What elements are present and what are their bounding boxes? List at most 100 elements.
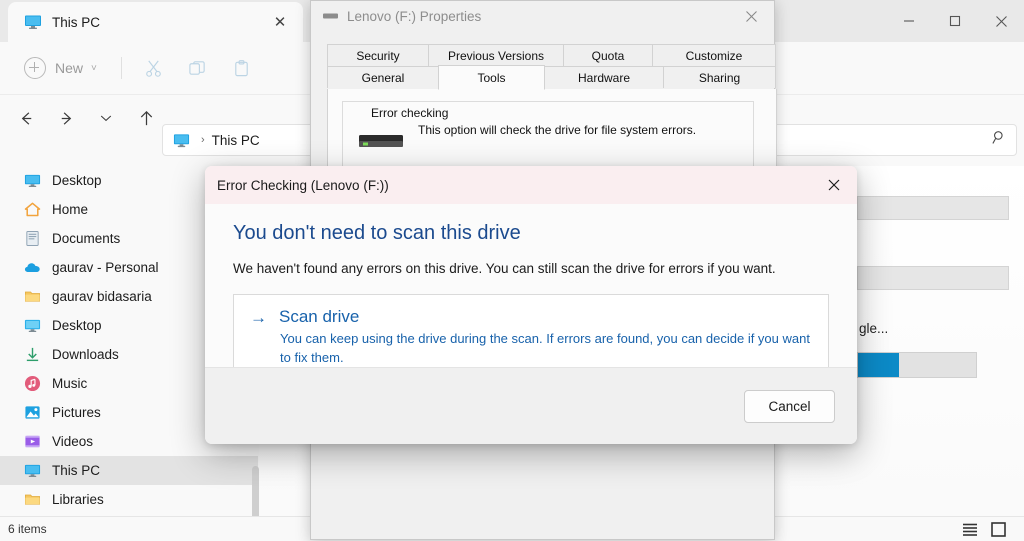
sidebar-item-label: Downloads: [52, 347, 119, 362]
explorer-tab-label: This PC: [52, 14, 101, 30]
tab-customize[interactable]: Customize: [652, 44, 776, 66]
properties-title-bar: Lenovo (F:) Properties: [311, 1, 774, 31]
breadcrumb-text[interactable]: This PC: [212, 133, 260, 148]
scissors-icon: [146, 60, 162, 77]
error-checking-body: You don't need to scan this drive We hav…: [205, 204, 857, 382]
hard-drive-icon: [359, 135, 403, 147]
error-checking-title-text: Error Checking (Lenovo (F:)): [217, 177, 389, 193]
details-view-button[interactable]: [956, 519, 984, 539]
item-count-label: 6 items: [8, 522, 47, 536]
explorer-tab-this-pc[interactable]: This PC ✕: [8, 2, 303, 42]
sidebar-item-this-pc[interactable]: This PC: [0, 456, 258, 485]
error-checking-footer: Cancel: [205, 367, 857, 444]
sidebar-item-label: Videos: [52, 434, 94, 449]
search-button[interactable]: [991, 129, 1008, 151]
monitor-icon: [24, 174, 41, 188]
error-checking-description: This option will check the drive for fil…: [418, 123, 697, 137]
large-icons-view-icon: [990, 521, 1006, 537]
maximize-button[interactable]: [932, 0, 978, 42]
tab-hardware[interactable]: Hardware: [544, 66, 664, 88]
window-controls: [886, 0, 1024, 42]
error-checking-legend: Error checking: [367, 106, 453, 120]
this-pc-icon: [25, 15, 41, 29]
sidebar-item-label: gaurav bidasaria: [52, 289, 152, 304]
plus-icon: [24, 57, 46, 79]
music-icon: [24, 375, 41, 392]
properties-tab-row-front: General Tools Hardware Sharing: [327, 65, 776, 90]
capacity-bar-fill: [858, 353, 899, 377]
scan-drive-description: You can keep using the drive during the …: [280, 331, 810, 365]
capacity-bar-track: [857, 352, 977, 378]
up-button[interactable]: [126, 101, 166, 135]
tab-tools[interactable]: Tools: [438, 65, 545, 90]
sidebar-item-label: Desktop: [52, 318, 102, 333]
drive-tile[interactable]: [857, 266, 1009, 290]
chevron-down-icon: [100, 115, 112, 122]
chevron-down-icon: ˅: [91, 62, 97, 74]
scan-drive-header: → Scan drive: [250, 307, 812, 327]
explorer-tab-close-icon[interactable]: ✕: [267, 9, 293, 35]
properties-close-button[interactable]: [728, 1, 774, 31]
video-icon: [25, 435, 40, 448]
tab-general[interactable]: General: [327, 66, 439, 88]
arrow-up-icon: [140, 110, 152, 125]
onedrive-icon: [24, 263, 40, 273]
copy-icon: [189, 60, 206, 75]
picture-icon: [25, 406, 40, 419]
sidebar-item-label: Libraries: [52, 492, 104, 507]
tab-sharing[interactable]: Sharing: [663, 66, 776, 88]
paste-button[interactable]: [220, 52, 264, 84]
arrow-right-icon: →: [250, 307, 267, 327]
sidebar-item-label: This PC: [52, 463, 101, 478]
scan-drive-title[interactable]: Scan drive: [279, 307, 359, 327]
this-pc-icon: [173, 133, 190, 147]
monitor-icon: [24, 464, 41, 478]
search-icon: [992, 131, 1003, 144]
toolbar-divider: [120, 57, 122, 79]
error-checking-close-button[interactable]: [811, 166, 857, 204]
download-icon: [26, 347, 39, 362]
error-checking-heading: You don't need to scan this drive: [233, 222, 521, 244]
document-icon: [26, 231, 39, 246]
error-checking-title-bar: Error Checking (Lenovo (F:)): [205, 166, 857, 204]
folder-icon: [25, 494, 40, 505]
close-icon: [745, 10, 757, 22]
drive-icon: [323, 13, 338, 19]
sidebar-item-libraries[interactable]: Libraries: [0, 485, 258, 514]
recent-locations-button[interactable]: [86, 101, 126, 135]
close-icon: [828, 179, 840, 191]
sidebar-item-label: gaurav - Personal: [52, 260, 159, 275]
breadcrumb-separator: ›: [201, 134, 205, 146]
error-checking-dialog: Error Checking (Lenovo (F:)) You don't n…: [205, 166, 857, 444]
forward-button[interactable]: [46, 101, 86, 135]
error-checking-subtext: We haven't found any errors on this driv…: [233, 261, 776, 276]
details-view-icon: [963, 523, 977, 536]
new-button[interactable]: New ˅: [14, 52, 107, 84]
sidebar-item-label: Desktop: [52, 173, 102, 188]
home-icon: [24, 202, 41, 217]
tab-security[interactable]: Security: [327, 44, 429, 66]
minimize-button[interactable]: [886, 0, 932, 42]
cancel-button[interactable]: Cancel: [744, 389, 835, 423]
sidebar-item-label: Documents: [52, 231, 121, 246]
back-button[interactable]: [6, 101, 46, 135]
view-mode-buttons: [956, 519, 1012, 539]
properties-title-text: Lenovo (F:) Properties: [347, 8, 482, 24]
sidebar-item-label: Home: [52, 202, 89, 217]
close-button[interactable]: [978, 0, 1024, 42]
tab-quota[interactable]: Quota: [563, 44, 653, 66]
paste-icon: [235, 59, 249, 76]
drive-tile[interactable]: [857, 196, 1009, 220]
cut-button[interactable]: [132, 52, 176, 84]
desktop-icon: [24, 319, 41, 333]
drive-name-label: gle...: [859, 321, 889, 336]
sidebar-item-label: Music: [52, 376, 88, 391]
large-icons-view-button[interactable]: [984, 519, 1012, 539]
tab-previous-versions[interactable]: Previous Versions: [428, 44, 564, 66]
folder-icon: [25, 291, 40, 302]
properties-tab-row-back: Security Previous Versions Quota Customi…: [327, 44, 776, 66]
copy-button[interactable]: [176, 52, 220, 84]
new-button-label: New: [55, 60, 84, 76]
arrow-left-icon: [21, 111, 31, 125]
properties-tab-strip: Security Previous Versions Quota Customi…: [327, 44, 776, 90]
